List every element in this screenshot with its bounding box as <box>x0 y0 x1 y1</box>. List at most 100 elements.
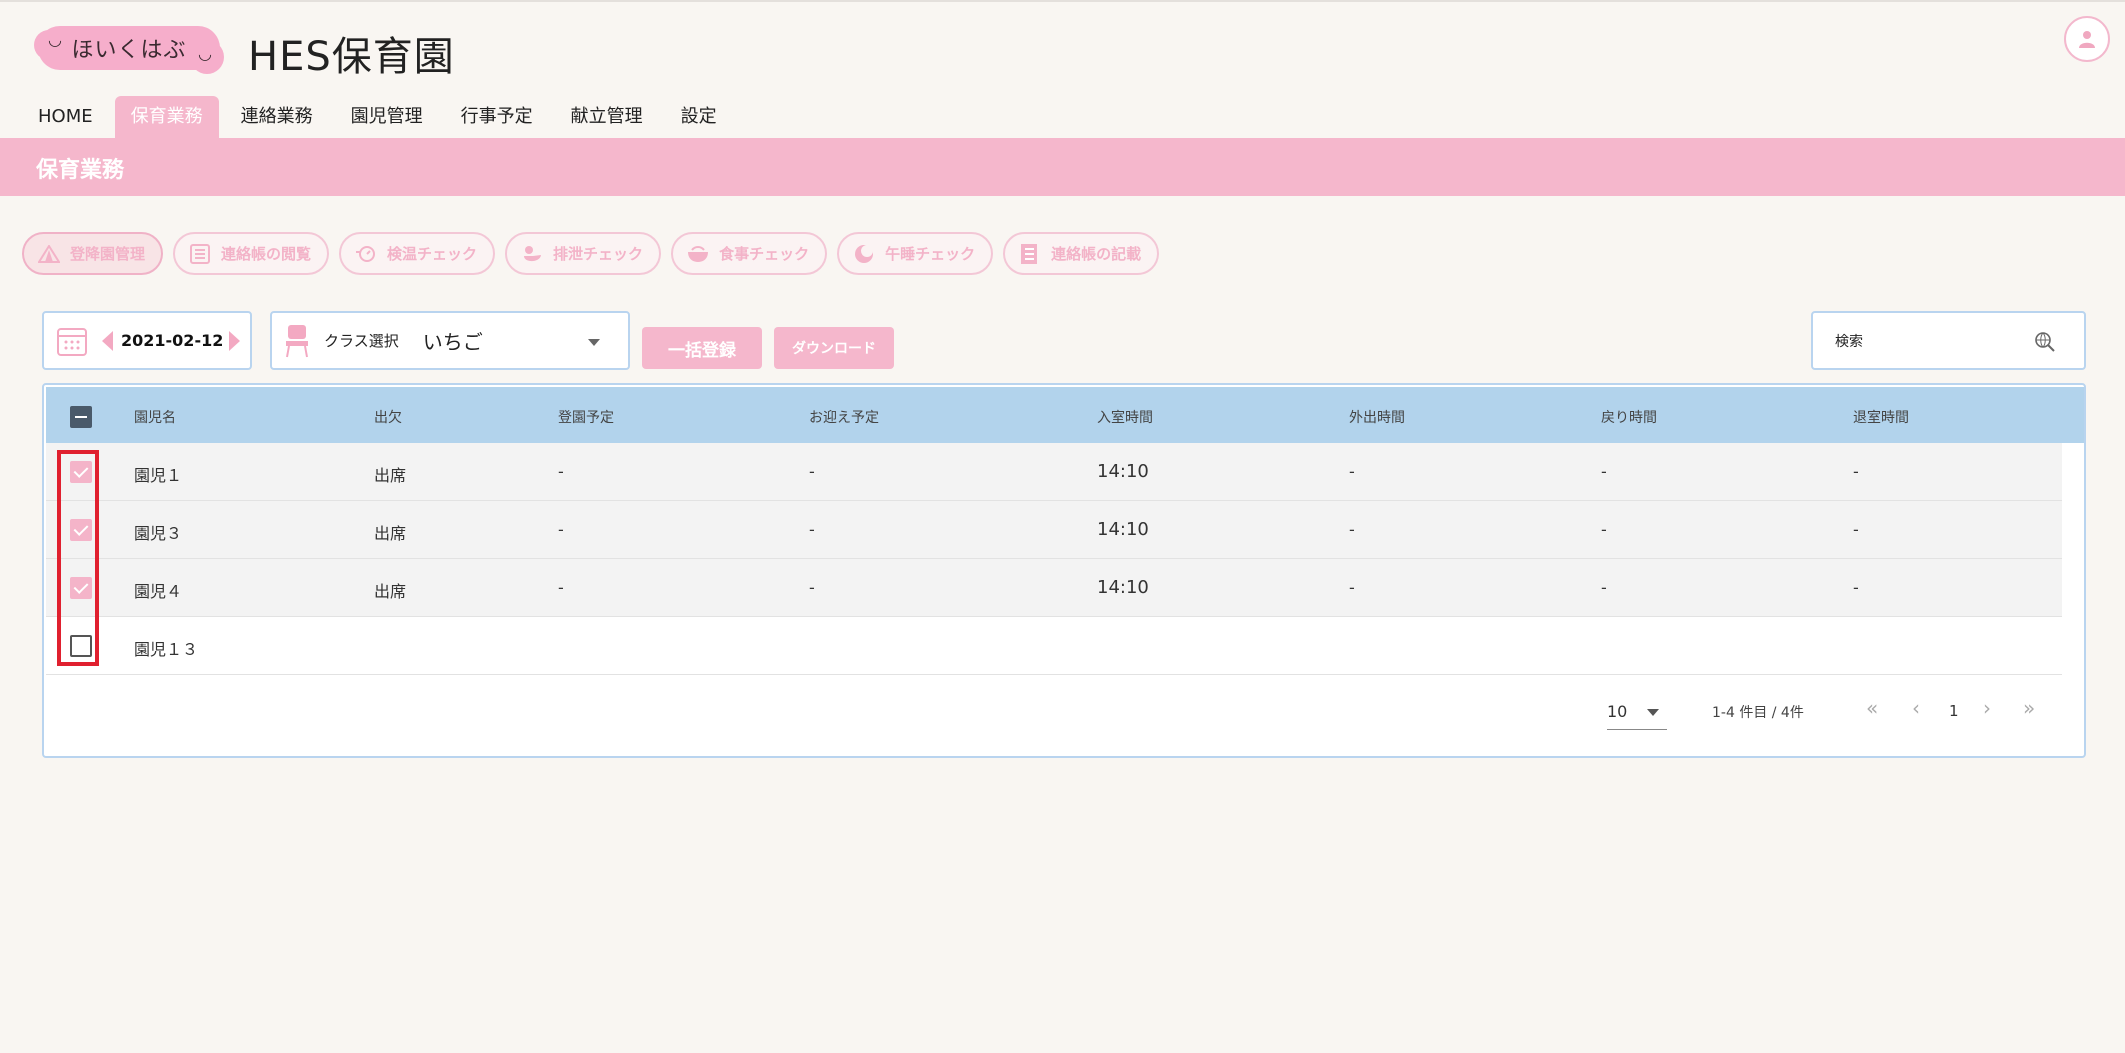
class-select-value: いちご <box>422 330 483 354</box>
prev-date-arrow-icon[interactable] <box>102 330 113 351</box>
class-select[interactable]: クラス選択 いちご <box>270 311 630 370</box>
table-header: 園児名 出欠 登園予定 お迎え予定 入室時間 外出時間 戻り時間 退室時間 <box>46 387 2084 443</box>
search-box <box>1811 311 2086 370</box>
top-border <box>0 0 2125 2</box>
column-header[interactable]: 退室時間 <box>1853 407 1909 427</box>
child-name: 園児３ <box>134 524 183 543</box>
tab-events[interactable]: 行事予定 <box>445 96 549 138</box>
attendance: 出席 <box>374 466 407 485</box>
entry-time: 14:10 <box>1097 461 1149 482</box>
class-select-label: クラス選択 <box>324 332 399 350</box>
chevron-down-icon <box>1647 709 1659 716</box>
list-icon <box>189 243 211 265</box>
pagination-range: 1-4 件目 / 4件 <box>1712 705 1804 721</box>
column-header[interactable]: 外出時間 <box>1349 407 1405 427</box>
column-header[interactable]: 出欠 <box>374 407 402 427</box>
user-avatar-button[interactable] <box>2064 16 2110 62</box>
submenu: 登降園管理 連絡帳の閲覧 検温チェック 排泄チェック 食事チェック 午睡チェック <box>22 232 1169 275</box>
smile-icon: ◡ <box>48 30 62 49</box>
submenu-label: 午睡チェック <box>885 245 976 263</box>
date-picker[interactable]: 2021-02-12 <box>42 311 252 370</box>
tab-contact-work[interactable]: 連絡業務 <box>225 96 329 138</box>
notebook-icon <box>1019 243 1041 265</box>
app-title: HES保育園 <box>248 34 455 80</box>
current-page-number: 1 <box>1949 702 1959 720</box>
attendance: 出席 <box>374 582 407 601</box>
table-row[interactable]: 園児１ 出席 - - 14:10 - - - <box>46 443 2062 501</box>
select-all-checkbox[interactable] <box>70 406 92 428</box>
next-date-arrow-icon[interactable] <box>229 330 241 351</box>
pickup-plan: - <box>809 520 815 539</box>
section-title: 保育業務 <box>36 158 125 183</box>
main-nav: HOME 保育業務 連絡業務 園児管理 行事予定 献立管理 設定 <box>22 96 739 138</box>
rows-per-page-select[interactable]: 10 <box>1607 698 1667 730</box>
pickup-plan: - <box>809 462 815 481</box>
column-header[interactable]: 入室時間 <box>1097 407 1153 427</box>
smile-icon: ◡ <box>198 44 212 63</box>
tent-icon <box>38 243 60 265</box>
pickup-plan: - <box>809 578 815 597</box>
tab-child-management[interactable]: 園児管理 <box>335 96 439 138</box>
return-time: - <box>1601 520 1607 539</box>
entry-time: 14:10 <box>1097 577 1149 598</box>
first-page-icon[interactable]: « <box>1866 696 1878 720</box>
prev-page-icon[interactable]: ‹ <box>1912 696 1920 720</box>
child-name: 園児４ <box>134 582 183 601</box>
duck-icon <box>521 243 543 265</box>
user-icon <box>2079 31 2095 48</box>
out-time: - <box>1349 462 1355 481</box>
search-icon[interactable] <box>2034 331 2056 353</box>
date-value: 2021-02-12 <box>121 331 224 350</box>
section-header-bar: 保育業務 <box>0 138 2125 196</box>
arrival-plan: - <box>558 462 564 481</box>
submenu-view-notebook[interactable]: 連絡帳の閲覧 <box>173 232 330 275</box>
calendar-icon[interactable] <box>56 325 88 357</box>
submenu-nap-check[interactable]: 午睡チェック <box>837 232 994 275</box>
sleep-icon <box>853 243 875 265</box>
column-header[interactable]: お迎え予定 <box>809 407 879 427</box>
out-time: - <box>1349 578 1355 597</box>
search-input[interactable] <box>1835 329 2015 355</box>
exit-time: - <box>1853 578 1859 597</box>
submenu-label: 連絡帳の閲覧 <box>221 245 312 263</box>
chevron-down-icon <box>588 339 600 346</box>
tab-settings[interactable]: 設定 <box>665 96 733 138</box>
column-header[interactable]: 園児名 <box>134 407 176 427</box>
column-header[interactable]: 登園予定 <box>558 407 614 427</box>
submenu-label: 排泄チェック <box>553 245 644 263</box>
return-time: - <box>1601 462 1607 481</box>
annotation-highlight-box <box>57 450 99 666</box>
submenu-meal-check[interactable]: 食事チェック <box>671 232 828 275</box>
chair-icon <box>284 323 310 359</box>
last-page-icon[interactable]: » <box>2023 696 2035 720</box>
next-page-icon[interactable]: › <box>1983 696 1991 720</box>
submenu-temperature-check[interactable]: 検温チェック <box>339 232 496 275</box>
bulk-register-button[interactable]: 一括登録 <box>642 327 762 369</box>
submenu-toilet-check[interactable]: 排泄チェック <box>505 232 662 275</box>
return-time: - <box>1601 578 1607 597</box>
child-name: 園児１３ <box>134 640 199 659</box>
submenu-attendance-management[interactable]: 登降園管理 <box>22 232 164 275</box>
table-row[interactable]: 園児４ 出席 - - 14:10 - - - <box>46 559 2062 617</box>
arrival-plan: - <box>558 520 564 539</box>
bowl-icon <box>687 243 709 265</box>
tab-childcare-work[interactable]: 保育業務 <box>114 96 219 138</box>
download-button[interactable]: ダウンロード <box>774 327 894 369</box>
submenu-write-notebook[interactable]: 連絡帳の記載 <box>1003 232 1160 275</box>
app-logo[interactable]: ◡ ほいくはぶ ◡ <box>34 26 224 74</box>
child-name: 園児１ <box>134 466 183 485</box>
arrival-plan: - <box>558 578 564 597</box>
attendance: 出席 <box>374 524 407 543</box>
column-header[interactable]: 戻り時間 <box>1601 407 1657 427</box>
exit-time: - <box>1853 462 1859 481</box>
tab-home[interactable]: HOME <box>22 96 109 138</box>
exit-time: - <box>1853 520 1859 539</box>
out-time: - <box>1349 520 1355 539</box>
table-row[interactable]: 園児１３ <box>46 617 2062 675</box>
submenu-label: 登降園管理 <box>70 245 146 263</box>
tab-menu-management[interactable]: 献立管理 <box>555 96 659 138</box>
table-row[interactable]: 園児３ 出席 - - 14:10 - - - <box>46 501 2062 559</box>
submenu-label: 連絡帳の記載 <box>1051 245 1142 263</box>
logo-text: ほいくはぶ <box>71 38 187 63</box>
thermometer-icon <box>355 243 377 265</box>
